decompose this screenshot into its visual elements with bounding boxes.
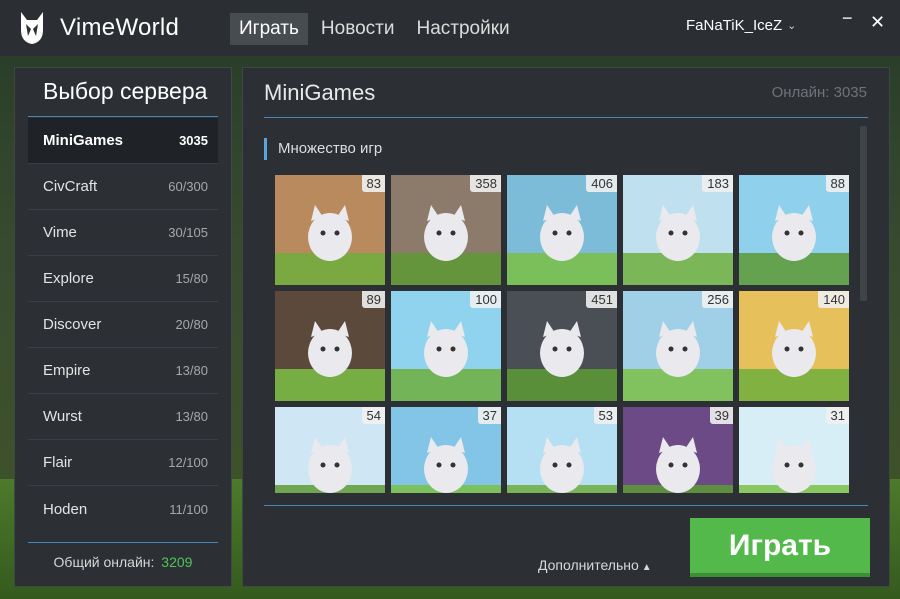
player-count-badge: 100 bbox=[470, 291, 501, 308]
server-name: Discover bbox=[43, 316, 102, 333]
game-tile[interactable]: 39 bbox=[623, 407, 733, 493]
game-tile[interactable]: 406 bbox=[507, 175, 617, 285]
divider bbox=[28, 542, 218, 543]
user-menu[interactable]: FaNaTiK_IceZ ⌄ bbox=[686, 17, 796, 34]
server-item-minigames[interactable]: MiniGames 3035 bbox=[28, 118, 218, 164]
server-selection-title: Выбор сервера bbox=[43, 78, 208, 104]
player-count-badge: 89 bbox=[361, 291, 385, 308]
server-item-explore[interactable]: Explore 15/80 bbox=[28, 256, 218, 302]
nav-settings[interactable]: Настройки bbox=[407, 13, 518, 45]
server-online: 15/80 bbox=[175, 271, 208, 286]
game-tile[interactable]: 100 bbox=[391, 291, 501, 401]
server-item-civcraft[interactable]: CivCraft 60/300 bbox=[28, 164, 218, 210]
game-tile[interactable]: 83 bbox=[275, 175, 385, 285]
server-online: 60/300 bbox=[168, 179, 208, 194]
total-online-value: 3209 bbox=[161, 554, 193, 570]
player-count-badge: 256 bbox=[702, 291, 733, 308]
play-button[interactable]: Играть bbox=[690, 518, 870, 577]
game-tile[interactable]: 88 bbox=[739, 175, 849, 285]
server-name: Hoden bbox=[43, 500, 88, 518]
server-online: 3035 bbox=[179, 133, 208, 148]
username: FaNaTiK_IceZ bbox=[686, 17, 783, 34]
player-count-badge: 39 bbox=[709, 407, 733, 424]
divider bbox=[28, 116, 218, 117]
game-tile[interactable]: 451 bbox=[507, 291, 617, 401]
server-online: 20/80 bbox=[175, 317, 208, 332]
app-title: VimeWorld bbox=[60, 14, 180, 41]
server-item-flair[interactable]: Flair 12/100 bbox=[28, 440, 218, 486]
server-item-discover[interactable]: Discover 20/80 bbox=[28, 302, 218, 348]
title-bar: VimeWorld Играть Новости Настройки FaNaT… bbox=[0, 0, 900, 56]
server-online: 11/100 bbox=[169, 501, 208, 517]
server-name: Empire bbox=[43, 362, 91, 379]
game-tile[interactable]: 89 bbox=[275, 291, 385, 401]
chevron-up-icon: ▲ bbox=[641, 562, 652, 573]
game-tile[interactable]: 54 bbox=[275, 407, 385, 493]
server-name: Explore bbox=[43, 270, 94, 287]
game-tile[interactable]: 358 bbox=[391, 175, 501, 285]
server-item-wurst[interactable]: Wurst 13/80 bbox=[28, 394, 218, 440]
server-online: 13/80 bbox=[175, 363, 208, 378]
player-count-badge: 37 bbox=[477, 407, 501, 424]
player-count-badge: 88 bbox=[825, 175, 849, 192]
more-label: Дополнительно bbox=[538, 557, 639, 573]
server-list: MiniGames 3035 CivCraft 60/300 Vime 30/1… bbox=[28, 118, 218, 532]
player-count-badge: 451 bbox=[586, 291, 617, 308]
player-count-badge: 406 bbox=[586, 175, 617, 192]
server-item-hoden[interactable]: Hoden 11/100 bbox=[28, 486, 218, 532]
total-online: Общий онлайн: 3209 bbox=[15, 554, 231, 570]
game-tile[interactable]: 256 bbox=[623, 291, 733, 401]
divider bbox=[264, 117, 868, 118]
scrollbar[interactable] bbox=[860, 126, 867, 301]
server-name: Wurst bbox=[43, 408, 82, 425]
game-tile[interactable]: 37 bbox=[391, 407, 501, 493]
server-item-empire[interactable]: Empire 13/80 bbox=[28, 348, 218, 394]
main-nav: Играть Новости Настройки bbox=[230, 13, 523, 45]
player-count-badge: 31 bbox=[825, 407, 849, 424]
server-name: CivCraft bbox=[43, 178, 98, 195]
game-tile[interactable]: 53 bbox=[507, 407, 617, 493]
nav-news[interactable]: Новости bbox=[312, 13, 404, 45]
more-button[interactable]: Дополнительно ▲ bbox=[538, 557, 652, 573]
server-title: MiniGames bbox=[264, 80, 376, 105]
server-item-vime[interactable]: Vime 30/105 bbox=[28, 210, 218, 256]
minimize-button[interactable]: − bbox=[842, 8, 853, 29]
server-name: MiniGames bbox=[43, 132, 124, 149]
server-online: 30/105 bbox=[168, 225, 208, 240]
player-count-badge: 358 bbox=[470, 175, 501, 192]
section-heading: Множество игр bbox=[264, 138, 382, 160]
player-count-badge: 54 bbox=[361, 407, 385, 424]
game-tile[interactable]: 140 bbox=[739, 291, 849, 401]
server-name: Vime bbox=[43, 224, 77, 241]
game-tile[interactable]: 31 bbox=[739, 407, 849, 493]
nav-play[interactable]: Играть bbox=[230, 13, 308, 45]
server-detail-panel: MiniGames Онлайн: 3035 Множество игр 83 3… bbox=[242, 67, 890, 587]
player-count-badge: 183 bbox=[702, 175, 733, 192]
player-count-badge: 83 bbox=[361, 175, 385, 192]
vimeworld-logo-icon bbox=[21, 12, 43, 44]
close-button[interactable]: ✕ bbox=[870, 12, 885, 33]
server-online-count: Онлайн: 3035 bbox=[771, 84, 867, 101]
server-online: 13/80 bbox=[175, 409, 208, 424]
player-count-badge: 53 bbox=[593, 407, 617, 424]
game-tile[interactable]: 183 bbox=[623, 175, 733, 285]
game-grid: 83 358 406 183 88 89 100 451 256 140 54 37 53 39 31 bbox=[275, 175, 851, 493]
server-online: 12/100 bbox=[168, 455, 208, 470]
server-selection-panel: Выбор сервера MiniGames 3035 CivCraft 60… bbox=[14, 67, 232, 587]
chevron-down-icon: ⌄ bbox=[787, 20, 797, 32]
player-count-badge: 140 bbox=[818, 291, 849, 308]
server-name: Flair bbox=[43, 454, 73, 471]
total-online-label: Общий онлайн: bbox=[53, 554, 155, 570]
divider bbox=[264, 505, 868, 506]
